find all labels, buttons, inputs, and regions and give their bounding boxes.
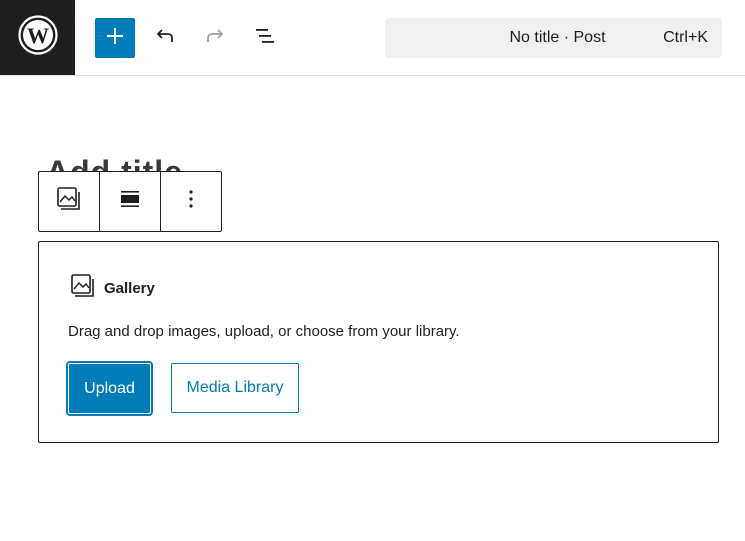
- upload-button[interactable]: Upload: [68, 363, 151, 414]
- align-button[interactable]: [100, 172, 161, 231]
- undo-icon: [153, 24, 177, 53]
- align-wide-icon: [118, 187, 142, 216]
- gallery-icon: [56, 186, 82, 217]
- wordpress-logo-button[interactable]: W: [0, 0, 75, 75]
- plus-icon: [105, 26, 125, 51]
- keyboard-shortcut-hint: Ctrl+K: [663, 29, 708, 46]
- gallery-block-label: Gallery: [70, 273, 155, 304]
- wordpress-logo-icon: W: [17, 15, 58, 60]
- post-title-field[interactable]: Add title: [46, 152, 183, 172]
- block-inserter-button[interactable]: [95, 18, 135, 58]
- document-overview-button[interactable]: [245, 18, 285, 58]
- block-toolbar: [38, 171, 222, 232]
- editor-header: W No title · Post Ctrl+K: [0, 0, 745, 76]
- redo-button[interactable]: [195, 18, 235, 58]
- svg-text:W: W: [27, 23, 49, 48]
- redo-icon: [203, 24, 227, 53]
- command-palette-button[interactable]: No title · Post Ctrl+K: [385, 18, 722, 58]
- gallery-instructions: Drag and drop images, upload, or choose …: [68, 323, 460, 340]
- list-view-icon: [253, 24, 277, 53]
- gallery-block-title: Gallery: [104, 280, 155, 297]
- undo-button[interactable]: [145, 18, 185, 58]
- block-type-switcher-button[interactable]: [39, 172, 100, 231]
- media-library-button[interactable]: Media Library: [171, 363, 299, 413]
- more-vertical-icon: [179, 187, 203, 216]
- gallery-block-placeholder: Gallery Drag and drop images, upload, or…: [38, 241, 719, 443]
- gallery-icon: [70, 273, 96, 304]
- block-options-button[interactable]: [161, 172, 221, 231]
